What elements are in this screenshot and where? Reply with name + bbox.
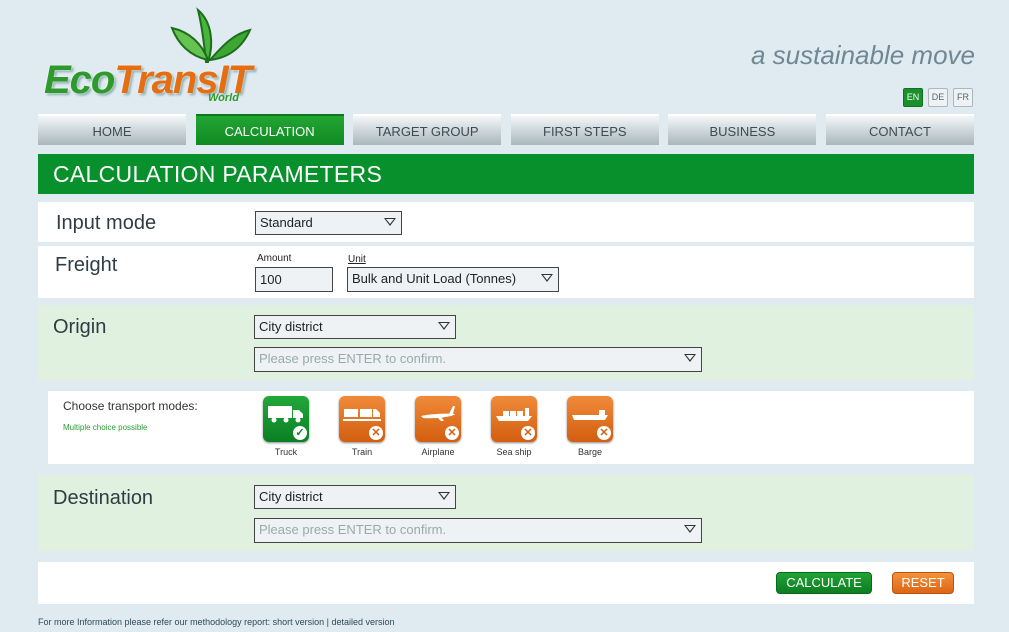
- mode-airplane[interactable]: ✕ Airplane: [414, 396, 462, 457]
- lang-de[interactable]: DE: [928, 88, 948, 107]
- mode-label: Barge: [577, 447, 603, 457]
- unit-label: Unit: [348, 254, 366, 265]
- leaves-icon: [170, 7, 252, 63]
- barge-icon: ✕: [567, 396, 613, 442]
- airplane-icon: ✕: [415, 396, 461, 442]
- lang-en[interactable]: EN: [903, 88, 923, 107]
- origin-section: Origin City district Please press ENTER …: [38, 305, 974, 380]
- transport-modes-section: Choose transport modes: Multiple choice …: [48, 391, 974, 464]
- actions-bar: CALCULATE RESET: [38, 562, 974, 604]
- chevron-down-icon: [384, 218, 396, 226]
- nav-calculation[interactable]: CALCULATION: [195, 114, 344, 145]
- mode-label: Sea ship: [496, 447, 532, 457]
- logo-subtitle: World: [208, 92, 239, 104]
- nav-first-steps[interactable]: FIRST STEPS: [510, 114, 659, 145]
- mode-label: Train: [351, 447, 373, 457]
- tagline: a sustainable move: [750, 40, 975, 70]
- chevron-down-icon: [684, 525, 696, 533]
- mode-label: Truck: [274, 447, 298, 457]
- sea-ship-icon: ✕: [491, 396, 537, 442]
- nav-business[interactable]: BUSINESS: [668, 114, 817, 145]
- origin-location-select[interactable]: Please press ENTER to confirm.: [254, 347, 702, 372]
- mode-train[interactable]: ✕ Train: [338, 396, 386, 457]
- footer-note: For more Information please refer our me…: [38, 617, 395, 627]
- input-mode-label: Input mode: [56, 212, 157, 234]
- nav-contact[interactable]: CONTACT: [825, 114, 974, 145]
- destination-label: Destination: [53, 487, 154, 509]
- train-icon: ✕: [339, 396, 385, 442]
- origin-type-select[interactable]: City district: [254, 315, 456, 339]
- language-switcher: EN DE FR: [903, 88, 973, 107]
- calculate-button[interactable]: CALCULATE: [776, 572, 872, 594]
- transport-modes-hint: Multiple choice possible: [63, 423, 148, 432]
- ecotransit-logo[interactable]: EcoTransIT World: [38, 4, 268, 108]
- destination-type-select[interactable]: City district: [254, 485, 456, 509]
- reset-button[interactable]: RESET: [892, 572, 954, 594]
- detailed-version-link[interactable]: detailed version: [332, 617, 395, 627]
- main-nav: HOME CALCULATION TARGET GROUP FIRST STEP…: [38, 114, 974, 145]
- mode-label: Airplane: [421, 447, 455, 457]
- nav-home[interactable]: HOME: [38, 114, 186, 145]
- mode-truck[interactable]: ✓ Truck: [262, 396, 310, 457]
- origin-label: Origin: [53, 316, 107, 338]
- input-mode-select[interactable]: Standard: [255, 211, 402, 235]
- short-version-link[interactable]: short version: [273, 617, 325, 627]
- chevron-down-icon: [541, 274, 553, 282]
- lang-fr[interactable]: FR: [953, 88, 973, 107]
- transport-modes-label: Choose transport modes:: [63, 399, 198, 413]
- destination-location-select[interactable]: Please press ENTER to confirm.: [254, 518, 702, 543]
- input-mode-section: Input mode Standard: [38, 202, 974, 242]
- nav-target-group[interactable]: TARGET GROUP: [353, 114, 502, 145]
- page-title: CALCULATION PARAMETERS: [38, 154, 974, 194]
- freight-label: Freight: [55, 254, 118, 276]
- chevron-down-icon: [684, 354, 696, 362]
- mode-barge[interactable]: ✕ Barge: [566, 396, 614, 457]
- chevron-down-icon: [438, 322, 450, 330]
- freight-section: Freight Amount 100 Unit Bulk and Unit Lo…: [38, 246, 974, 298]
- destination-section: Destination City district Please press E…: [38, 475, 974, 551]
- amount-input[interactable]: 100: [255, 267, 333, 292]
- mode-sea-ship[interactable]: ✕ Sea ship: [490, 396, 538, 457]
- amount-label: Amount: [257, 253, 292, 264]
- chevron-down-icon: [438, 492, 450, 500]
- unit-select[interactable]: Bulk and Unit Load (Tonnes): [347, 267, 559, 292]
- truck-icon: ✓: [263, 396, 309, 442]
